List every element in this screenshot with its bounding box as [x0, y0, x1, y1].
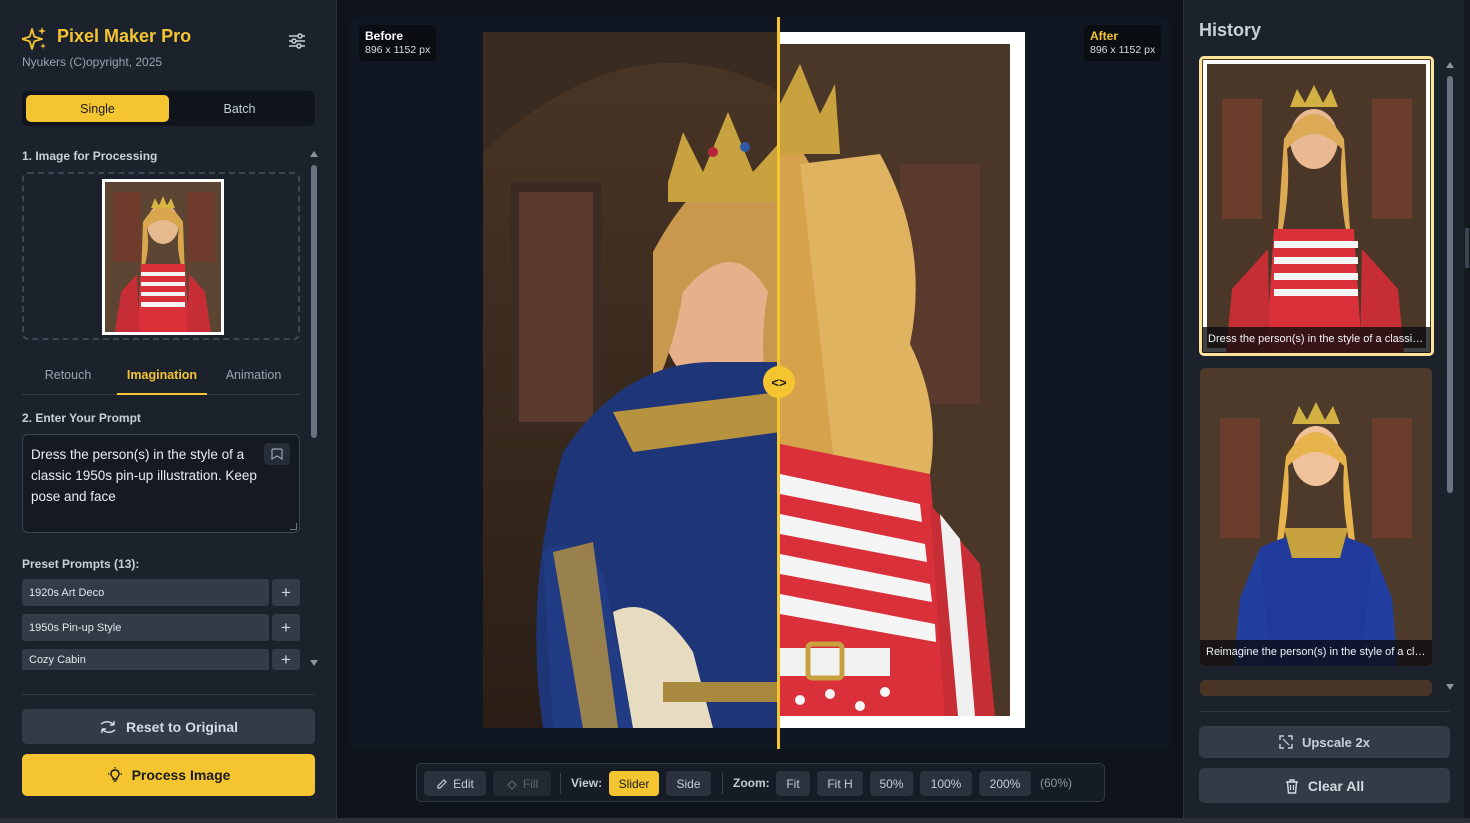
reset-label: Reset to Original [125, 718, 239, 735]
resize-grip-icon[interactable] [290, 523, 297, 530]
add-preset-button[interactable]: + [272, 649, 300, 670]
view-label: View: [571, 776, 603, 790]
left-sidebar: Pixel Maker Pro Nyukers (C)opyright, 202… [0, 0, 337, 818]
edit-button[interactable]: Edit [424, 771, 486, 796]
history-scroll-thumb[interactable] [1447, 76, 1453, 493]
single-mode-button[interactable]: Single [26, 95, 169, 122]
history-scroll-up-icon[interactable] [1446, 62, 1454, 68]
edit-label: Edit [453, 776, 474, 791]
edit-icon [437, 778, 448, 789]
clear-all-button[interactable]: Clear All [1199, 768, 1450, 803]
history-scroll-down-icon[interactable] [1446, 684, 1454, 690]
fill-button[interactable]: Fill [493, 771, 551, 796]
lightbulb-icon [107, 767, 122, 782]
mode-switch: Single Batch [22, 91, 315, 126]
history-item[interactable]: Reimagine the person(s) in the style of … [1200, 368, 1432, 666]
tab-imagination[interactable]: Imagination [117, 368, 207, 395]
divider [1199, 711, 1450, 712]
tab-animation[interactable]: Animation [212, 368, 295, 395]
upscale-button[interactable]: Upscale 2x [1199, 726, 1450, 758]
process-image-button[interactable]: Process Image [22, 754, 315, 796]
expand-icon [1279, 735, 1293, 749]
sidebar-scroll-thumb[interactable] [311, 165, 317, 438]
history-caption: Dress the person(s) in the style of a cl… [1202, 327, 1431, 353]
compare-slider-handle[interactable]: <> [763, 366, 795, 398]
zoom-200-button[interactable]: 200% [979, 771, 1031, 796]
clear-all-label: Clear All [1307, 777, 1365, 794]
preset-item[interactable]: 1950s Pin-up Style [22, 614, 269, 641]
prompt-text: Dress the person(s) in the style of a cl… [31, 447, 257, 504]
divider [22, 694, 315, 695]
zoom-fit-button[interactable]: Fit [776, 771, 810, 796]
sliders-icon[interactable] [288, 32, 306, 50]
after-badge: After 896 x 1152 px [1084, 25, 1162, 61]
history-caption: Reimagine the person(s) in the style of … [1200, 640, 1432, 666]
add-preset-button[interactable]: + [272, 614, 300, 641]
after-image [780, 44, 1010, 716]
save-prompt-icon[interactable] [264, 443, 290, 465]
before-image [483, 32, 780, 728]
before-badge: Before 896 x 1152 px [359, 25, 437, 61]
zoom-level-readout: (60%) [1040, 776, 1073, 790]
bottom-strip [0, 818, 1470, 823]
preset-prompts-label: Preset Prompts (13): [22, 557, 140, 571]
history-thumbnail [1200, 368, 1432, 666]
history-panel: History Dress the person(s) in the style… [1183, 0, 1464, 818]
app-title: Pixel Maker Pro [57, 26, 192, 46]
copyright-text: Nyukers (C)opyright, 2025 [22, 55, 163, 69]
image-upload-dropzone[interactable] [22, 172, 300, 340]
preset-item[interactable]: Cozy Cabin [22, 649, 269, 670]
page-scroll-thumb[interactable] [1465, 228, 1469, 268]
toolbar-divider [560, 773, 561, 794]
fill-label: Fill [522, 776, 539, 791]
slider-view-button[interactable]: Slider [609, 771, 659, 796]
scroll-down-arrow-icon[interactable] [310, 660, 318, 666]
uploaded-image-thumbnail [102, 179, 224, 335]
upload-label: 1. Image for Processing [22, 149, 158, 163]
history-item-partial[interactable] [1200, 680, 1432, 696]
toolbar-divider [722, 773, 723, 794]
tab-retouch[interactable]: Retouch [22, 368, 114, 395]
fill-icon [506, 779, 517, 790]
after-title: After [1090, 29, 1119, 43]
history-item[interactable]: Dress the person(s) in the style of a cl… [1199, 56, 1434, 356]
page-scrollbar[interactable] [1464, 0, 1470, 823]
history-title: History [1199, 20, 1262, 40]
zoom-100-button[interactable]: 100% [920, 771, 972, 796]
processing-tabs: Retouch Imagination Animation [22, 362, 300, 395]
sparkles-icon [22, 27, 46, 50]
side-view-button[interactable]: Side [666, 771, 711, 796]
zoom-fit-height-button[interactable]: Fit H [817, 771, 863, 796]
batch-mode-button[interactable]: Batch [168, 95, 311, 122]
prompt-textarea[interactable]: Dress the person(s) in the style of a cl… [22, 434, 300, 533]
reset-icon [100, 720, 116, 733]
history-thumbnail [1202, 59, 1431, 353]
before-size: 896 x 1152 px [365, 44, 431, 56]
preset-item[interactable]: 1920s Art Deco [22, 579, 269, 606]
prompt-label: 2. Enter Your Prompt [22, 411, 141, 425]
trash-icon [1285, 778, 1298, 794]
upscale-label: Upscale 2x [1302, 734, 1370, 750]
reset-to-original-button[interactable]: Reset to Original [22, 709, 315, 744]
before-title: Before [365, 29, 404, 43]
process-label: Process Image [131, 767, 231, 783]
view-toolbar: Edit Fill View: Slider Side Zoom: Fit Fi… [416, 763, 1105, 802]
zoom-50-button[interactable]: 50% [870, 771, 913, 796]
add-preset-button[interactable]: + [272, 579, 300, 606]
after-size: 896 x 1152 px [1090, 44, 1156, 56]
zoom-label: Zoom: [733, 776, 770, 790]
scroll-up-arrow-icon[interactable] [310, 151, 318, 157]
